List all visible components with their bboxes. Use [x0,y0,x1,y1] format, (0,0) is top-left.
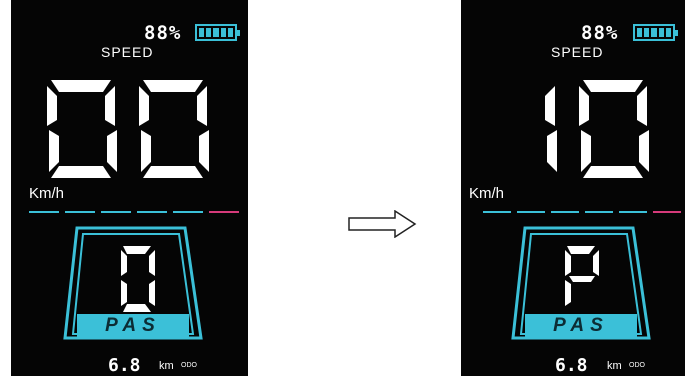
battery-icon [195,24,240,41]
pas-level-digit [121,246,155,312]
odometer-value: 6.8 [555,355,588,376]
speed-label: SPEED [101,44,154,60]
pas-label: PAS [77,314,189,338]
odometer-value: 6.8 [108,355,141,376]
odometer-unit: km [607,360,622,372]
battery-percent: 88% [581,22,619,44]
right-arrow-icon [348,210,417,238]
odometer-tag: ODO [181,362,197,369]
odometer-tag: ODO [629,362,645,369]
pas-level-digit [565,246,599,306]
speed-unit-label: Km/h [469,185,505,202]
speed-dash-row [29,211,239,213]
speed-readout [47,80,209,178]
speed-digit-tens [545,86,557,172]
speed-readout [545,80,649,178]
speed-digit-tens [47,80,117,178]
display-after: 88% SPEED Km/h PAS 6.8 km ODO [461,0,685,376]
pas-label: PAS [525,314,637,338]
speed-label: SPEED [551,44,604,60]
speed-unit-label: Km/h [29,185,65,202]
speed-dash-row [483,211,681,213]
odometer-unit: km [159,360,174,372]
battery-percent: 88% [144,22,182,44]
display-before: 88% SPEED Km/h PAS 6.8 km ODO [11,0,248,376]
speed-digit-ones [579,80,649,178]
battery-icon [633,24,678,41]
speed-digit-ones [139,80,209,178]
